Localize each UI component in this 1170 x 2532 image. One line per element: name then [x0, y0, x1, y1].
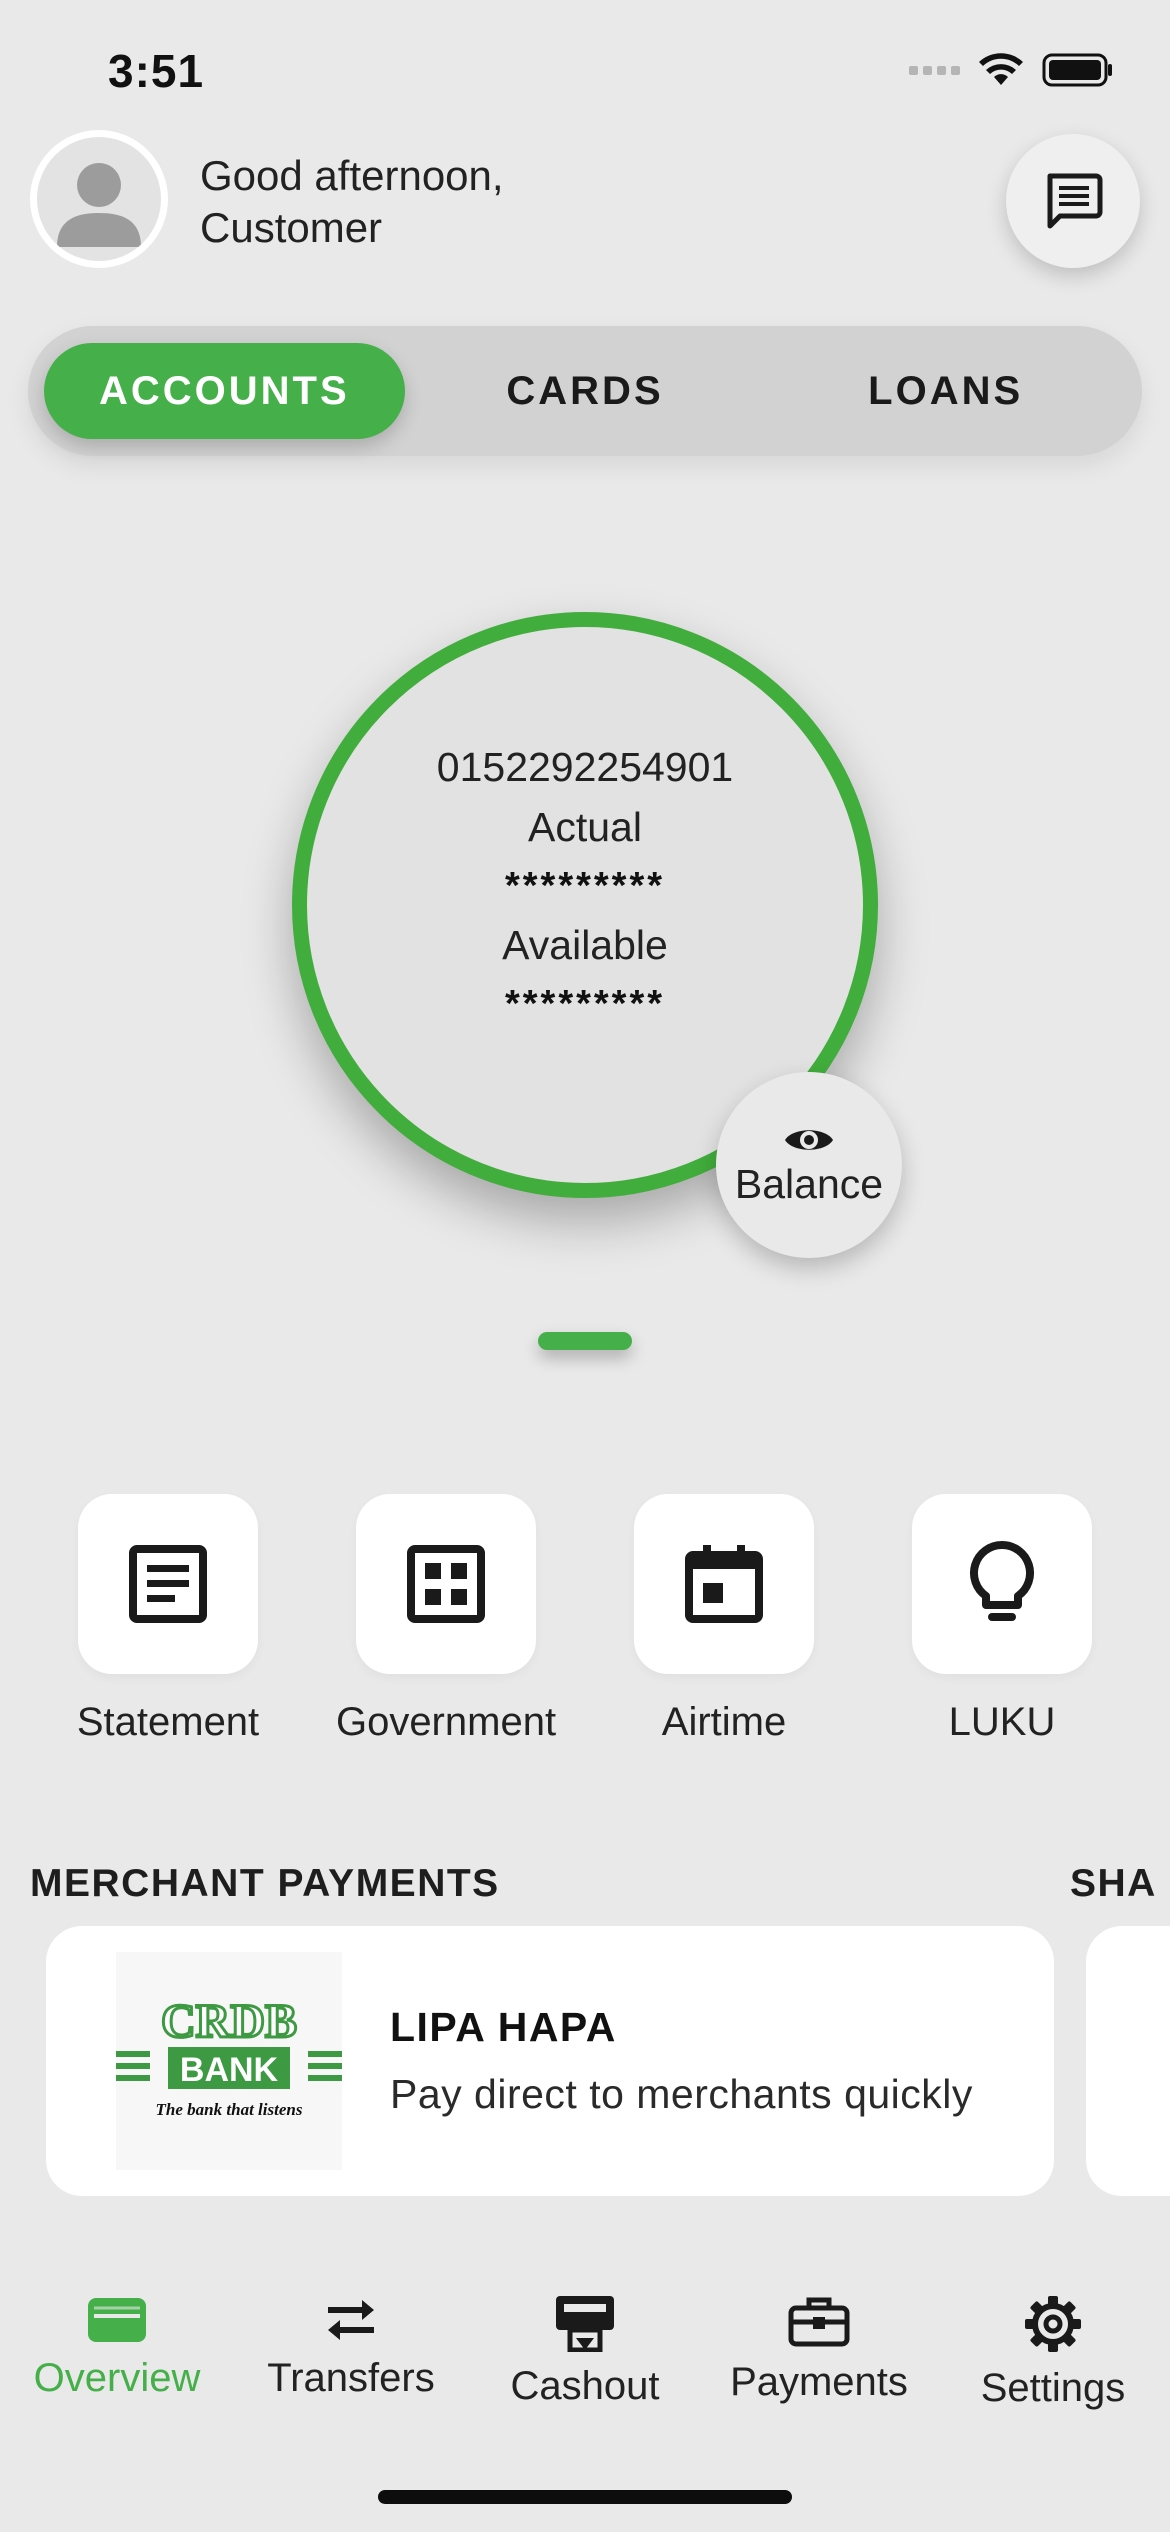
balance-button-label: Balance: [734, 1160, 884, 1207]
actual-balance-label: Actual: [528, 804, 642, 850]
swap-arrows-icon: [328, 2300, 374, 2340]
home-indicator: [378, 2490, 792, 2504]
nav-overview-label: Overview: [33, 2356, 201, 2400]
merchant-payments-heading: MERCHANT PAYMENTS: [30, 1862, 500, 1905]
tab-bar: ACCOUNTS CARDS LOANS: [28, 326, 1142, 456]
quick-action-statement[interactable]: Statement: [76, 1494, 260, 1745]
messages-button[interactable]: [1006, 134, 1140, 268]
greeting-line-1: Good afternoon,: [200, 152, 504, 199]
government-tile[interactable]: [356, 1494, 536, 1674]
crdb-bank-logo: CRDB BANK The bank that listens: [116, 1952, 342, 2170]
nav-cashout[interactable]: Cashout: [468, 2270, 702, 2420]
calendar-icon: [685, 1545, 763, 1623]
merchant-card-subtitle: Pay direct to merchants quickly: [390, 2071, 973, 2117]
status-time: 3:51: [108, 45, 205, 97]
next-card-peek[interactable]: [1086, 1926, 1170, 2196]
nav-settings-label: Settings: [980, 2366, 1126, 2410]
tab-cards[interactable]: CARDS: [405, 343, 766, 439]
battery-icon: [1042, 53, 1112, 87]
wifi-icon: [979, 53, 1023, 85]
nav-payments[interactable]: Payments: [702, 2270, 936, 2420]
next-section-heading: SHA: [1070, 1862, 1157, 1905]
luku-tile[interactable]: [912, 1494, 1092, 1674]
statement-label: Statement: [76, 1700, 260, 1744]
show-balance-button[interactable]: Balance: [716, 1072, 902, 1258]
luku-label: LUKU: [948, 1700, 1056, 1744]
nav-payments-label: Payments: [730, 2360, 908, 2404]
statement-tile[interactable]: [78, 1494, 258, 1674]
merchant-card-text: LIPA HAPA Pay direct to merchants quickl…: [390, 2004, 973, 2118]
airtime-tile[interactable]: [634, 1494, 814, 1674]
svg-text:CRDB: CRDB: [161, 1995, 297, 2048]
lightbulb-icon: [970, 1541, 1034, 1621]
airtime-label: Airtime: [661, 1700, 787, 1744]
page-indicator: [538, 1332, 632, 1350]
grid-icon: [407, 1545, 485, 1623]
available-balance-value: *********: [504, 983, 666, 1025]
merchant-card-title: LIPA HAPA: [390, 2004, 617, 2050]
gear-icon: [1025, 2296, 1081, 2352]
wallet-icon: [88, 2298, 146, 2342]
person-icon: [57, 163, 141, 247]
signal-icon: [909, 65, 960, 75]
government-label: Government: [335, 1700, 557, 1744]
greeting: Good afternoon, Customer: [200, 150, 504, 254]
greeting-line-2: Customer: [200, 204, 383, 251]
quick-action-government[interactable]: Government: [336, 1494, 556, 1745]
status-icons: [909, 52, 1114, 88]
svg-text:BANK: BANK: [180, 2051, 279, 2089]
chat-icon: [1047, 173, 1103, 229]
bottom-navigation: Overview Transfers Cashout Payments Sett…: [0, 2270, 1170, 2420]
available-balance-label: Available: [502, 922, 668, 968]
svg-text:The bank that listens: The bank that listens: [156, 2100, 303, 2119]
quick-action-airtime[interactable]: Airtime: [634, 1494, 814, 1745]
avatar[interactable]: [30, 130, 168, 268]
account-number: 0152292254901: [436, 744, 734, 790]
briefcase-icon: [788, 2297, 850, 2347]
crdb-logo-graphic: CRDB BANK The bank that listens: [116, 1994, 342, 2119]
nav-transfers-label: Transfers: [267, 2356, 435, 2400]
nav-overview[interactable]: Overview: [0, 2270, 234, 2420]
tab-accounts[interactable]: ACCOUNTS: [44, 343, 405, 439]
document-icon: [129, 1545, 207, 1623]
actual-balance-value: *********: [504, 865, 666, 907]
nav-settings[interactable]: Settings: [936, 2270, 1170, 2420]
quick-action-luku[interactable]: LUKU: [912, 1494, 1092, 1745]
nav-cashout-label: Cashout: [510, 2364, 660, 2408]
lipa-hapa-card[interactable]: CRDB BANK The bank that listens LIPA HAP…: [46, 1926, 1054, 2196]
eye-icon: [785, 1129, 833, 1150]
nav-transfers[interactable]: Transfers: [234, 2270, 468, 2420]
tab-loans[interactable]: LOANS: [765, 343, 1126, 439]
atm-icon: [556, 2296, 614, 2352]
